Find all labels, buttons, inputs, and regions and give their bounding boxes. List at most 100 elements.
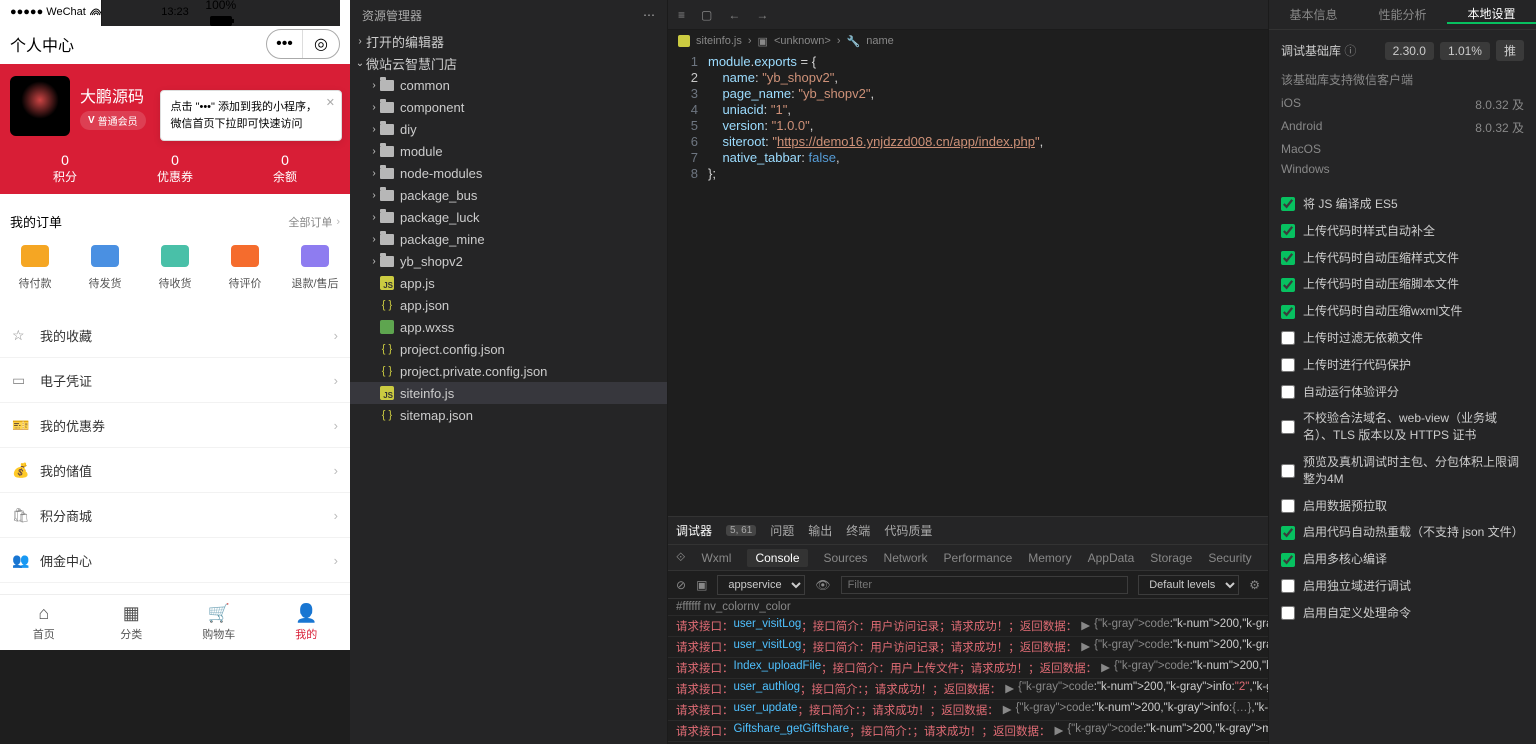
vip-badge[interactable]: V普通会员 xyxy=(80,111,146,130)
menu-item[interactable]: 🛍积分商城› xyxy=(0,493,350,538)
baselib-version[interactable]: 2.30.0 xyxy=(1385,42,1434,60)
option-checkbox[interactable]: 启用数据预拉取 xyxy=(1281,498,1524,515)
option-checkbox[interactable]: 上传时进行代码保护 xyxy=(1281,357,1524,374)
log-line[interactable]: 请求接口：user_update；接口简介：；请求成功！；返回数据：▶{"k-g… xyxy=(668,700,1268,721)
nav-fwd-icon[interactable]: → xyxy=(752,6,772,24)
folder-item[interactable]: ›node-modules xyxy=(350,162,667,184)
tab-2[interactable]: 🛒购物车 xyxy=(175,595,263,650)
log-line[interactable]: 请求接口：user_authlog；接口简介：；请求成功！；返回数据：▶{"k-… xyxy=(668,679,1268,700)
option-checkbox[interactable]: 将 JS 编译成 ES5 xyxy=(1281,196,1524,213)
breadcrumb[interactable]: siteinfo.js› ▣<unknown>› 🔧name xyxy=(668,30,1268,52)
devtab-Security[interactable]: Security xyxy=(1208,551,1251,565)
option-checkbox[interactable]: 启用多核心编译 xyxy=(1281,551,1524,568)
file-item[interactable]: { }app.json xyxy=(350,294,667,316)
file-item[interactable]: { }sitemap.json xyxy=(350,404,667,426)
file-item[interactable]: { }project.config.json xyxy=(350,338,667,360)
order-status[interactable]: 待评价 xyxy=(210,245,280,291)
stat-item[interactable]: 0余额 xyxy=(230,152,340,185)
option-checkbox[interactable]: 预览及真机调试时主包、分包体积上限调整为4M xyxy=(1281,454,1524,488)
status-bar: ●●●●● WeChat 13:23 100% xyxy=(0,0,350,24)
json-icon: { } xyxy=(380,299,394,311)
folder-item[interactable]: ›component xyxy=(350,96,667,118)
nav-back-icon[interactable]: ← xyxy=(724,6,744,24)
filter-input[interactable] xyxy=(841,576,1129,594)
option-checkbox[interactable]: 启用独立域进行调试 xyxy=(1281,578,1524,595)
levels-select[interactable]: Default levels xyxy=(1138,575,1239,595)
settings-tab[interactable]: 性能分析 xyxy=(1358,6,1447,23)
capsule-close-icon[interactable]: ◎ xyxy=(303,30,339,58)
order-status[interactable]: 待发货 xyxy=(70,245,140,291)
tab-3[interactable]: 👤我的 xyxy=(263,595,351,650)
log-line[interactable]: 请求接口：Giftshare_getGiftshare；接口简介：；请求成功！；… xyxy=(668,721,1268,742)
tree-group[interactable]: ›打开的编辑器 xyxy=(350,30,667,52)
inspect-icon[interactable]: ⟐ xyxy=(676,550,685,565)
menu-item[interactable]: 🎫我的优惠券› xyxy=(0,403,350,448)
stat-item[interactable]: 0积分 xyxy=(10,152,120,185)
option-checkbox[interactable]: 上传代码时样式自动补全 xyxy=(1281,223,1524,240)
help-icon[interactable]: ⓘ xyxy=(1344,44,1356,58)
order-status[interactable]: 待收货 xyxy=(140,245,210,291)
context-select[interactable]: appservice xyxy=(717,575,805,595)
folder-item[interactable]: ›diy xyxy=(350,118,667,140)
log-line[interactable]: 请求接口：user_visitLog；接口简介：用户访问记录；请求成功！；返回数… xyxy=(668,637,1268,658)
log-line[interactable]: 请求接口：Index_uploadFile；接口简介：用户上传文件；请求成功！；… xyxy=(668,658,1268,679)
stat-item[interactable]: 0优惠券 xyxy=(120,152,230,185)
tree-group[interactable]: ⌄微站云智慧门店 xyxy=(350,52,667,74)
context-icon[interactable]: ▣ xyxy=(696,578,707,592)
explorer-more-icon[interactable]: ⋯ xyxy=(643,8,655,22)
folder-item[interactable]: ›yb_shopv2 xyxy=(350,250,667,272)
devtab-Memory[interactable]: Memory xyxy=(1028,551,1071,565)
folder-item[interactable]: ›package_bus xyxy=(350,184,667,206)
console-output[interactable]: #ffffff nv_colornv_color请求接口：user_visitL… xyxy=(668,599,1268,744)
order-status[interactable]: 待付款 xyxy=(0,245,70,291)
settings-tab[interactable]: 基本信息 xyxy=(1269,6,1358,23)
file-item[interactable]: JSsiteinfo.js xyxy=(350,382,667,404)
settings-icon[interactable]: ⚙ xyxy=(1249,578,1260,592)
list-icon[interactable]: ≡ xyxy=(674,6,689,24)
devtab-Network[interactable]: Network xyxy=(884,551,928,565)
clock: 13:23 xyxy=(161,6,189,18)
option-checkbox[interactable]: 上传代码时自动压缩样式文件 xyxy=(1281,250,1524,267)
devtab-Storage[interactable]: Storage xyxy=(1150,551,1192,565)
all-orders-link[interactable]: 全部订单› xyxy=(288,214,340,230)
capsule[interactable]: ••• ◎ xyxy=(266,29,340,59)
tab-0[interactable]: ⌂首页 xyxy=(0,595,88,650)
menu-item[interactable]: 💰我的储值› xyxy=(0,448,350,493)
folder-icon xyxy=(380,190,394,201)
option-checkbox[interactable]: 自动运行体验评分 xyxy=(1281,384,1524,401)
file-item[interactable]: JSapp.js xyxy=(350,272,667,294)
avatar[interactable] xyxy=(10,76,70,136)
folder-item[interactable]: ›package_mine xyxy=(350,228,667,250)
menu-item[interactable]: ☆我的收藏› xyxy=(0,313,350,358)
option-checkbox[interactable]: 上传代码时自动压缩wxml文件 xyxy=(1281,303,1524,320)
eye-icon[interactable]: 👁 xyxy=(815,578,830,592)
devtab-AppData[interactable]: AppData xyxy=(1088,551,1135,565)
settings-tab[interactable]: 本地设置 xyxy=(1447,5,1536,24)
code-editor[interactable]: 12345678 module.exports = { name: "yb_sh… xyxy=(668,52,1268,516)
option-checkbox[interactable]: 不校验合法域名、web-view（业务域名）、TLS 版本以及 HTTPS 证书 xyxy=(1281,410,1524,444)
push-button[interactable]: 推 xyxy=(1496,40,1524,61)
devtab-Console[interactable]: Console xyxy=(747,549,807,567)
option-checkbox[interactable]: 启用自定义处理命令 xyxy=(1281,605,1524,622)
tooltip-close-icon[interactable]: ✕ xyxy=(326,95,335,112)
devtools-tabs[interactable]: 调试器 5, 61 问题 输出 终端 代码质量 xyxy=(668,517,1268,545)
devtab-Sources[interactable]: Sources xyxy=(824,551,868,565)
folder-item[interactable]: ›common xyxy=(350,74,667,96)
menu-item[interactable]: ▭电子凭证› xyxy=(0,358,350,403)
stop-icon[interactable]: ⊘ xyxy=(676,578,686,592)
log-line[interactable]: 请求接口：user_visitLog；接口简介：用户访问记录；请求成功！；返回数… xyxy=(668,616,1268,637)
folder-item[interactable]: ›package_luck xyxy=(350,206,667,228)
option-checkbox[interactable]: 上传代码时自动压缩脚本文件 xyxy=(1281,276,1524,293)
menu-item[interactable]: 👥佣金中心› xyxy=(0,538,350,583)
devtab-Wxml[interactable]: Wxml xyxy=(701,551,731,565)
capsule-menu-icon[interactable]: ••• xyxy=(267,30,303,58)
order-status[interactable]: 退款/售后 xyxy=(280,245,350,291)
devtab-Performance[interactable]: Performance xyxy=(944,551,1013,565)
file-item[interactable]: app.wxss xyxy=(350,316,667,338)
folder-item[interactable]: ›module xyxy=(350,140,667,162)
bookmark-icon[interactable]: ▢ xyxy=(697,6,716,24)
tab-1[interactable]: ▦分类 xyxy=(88,595,176,650)
option-checkbox[interactable]: 启用代码自动热重载（不支持 json 文件） xyxy=(1281,524,1524,541)
file-item[interactable]: { }project.private.config.json xyxy=(350,360,667,382)
option-checkbox[interactable]: 上传时过滤无依赖文件 xyxy=(1281,330,1524,347)
